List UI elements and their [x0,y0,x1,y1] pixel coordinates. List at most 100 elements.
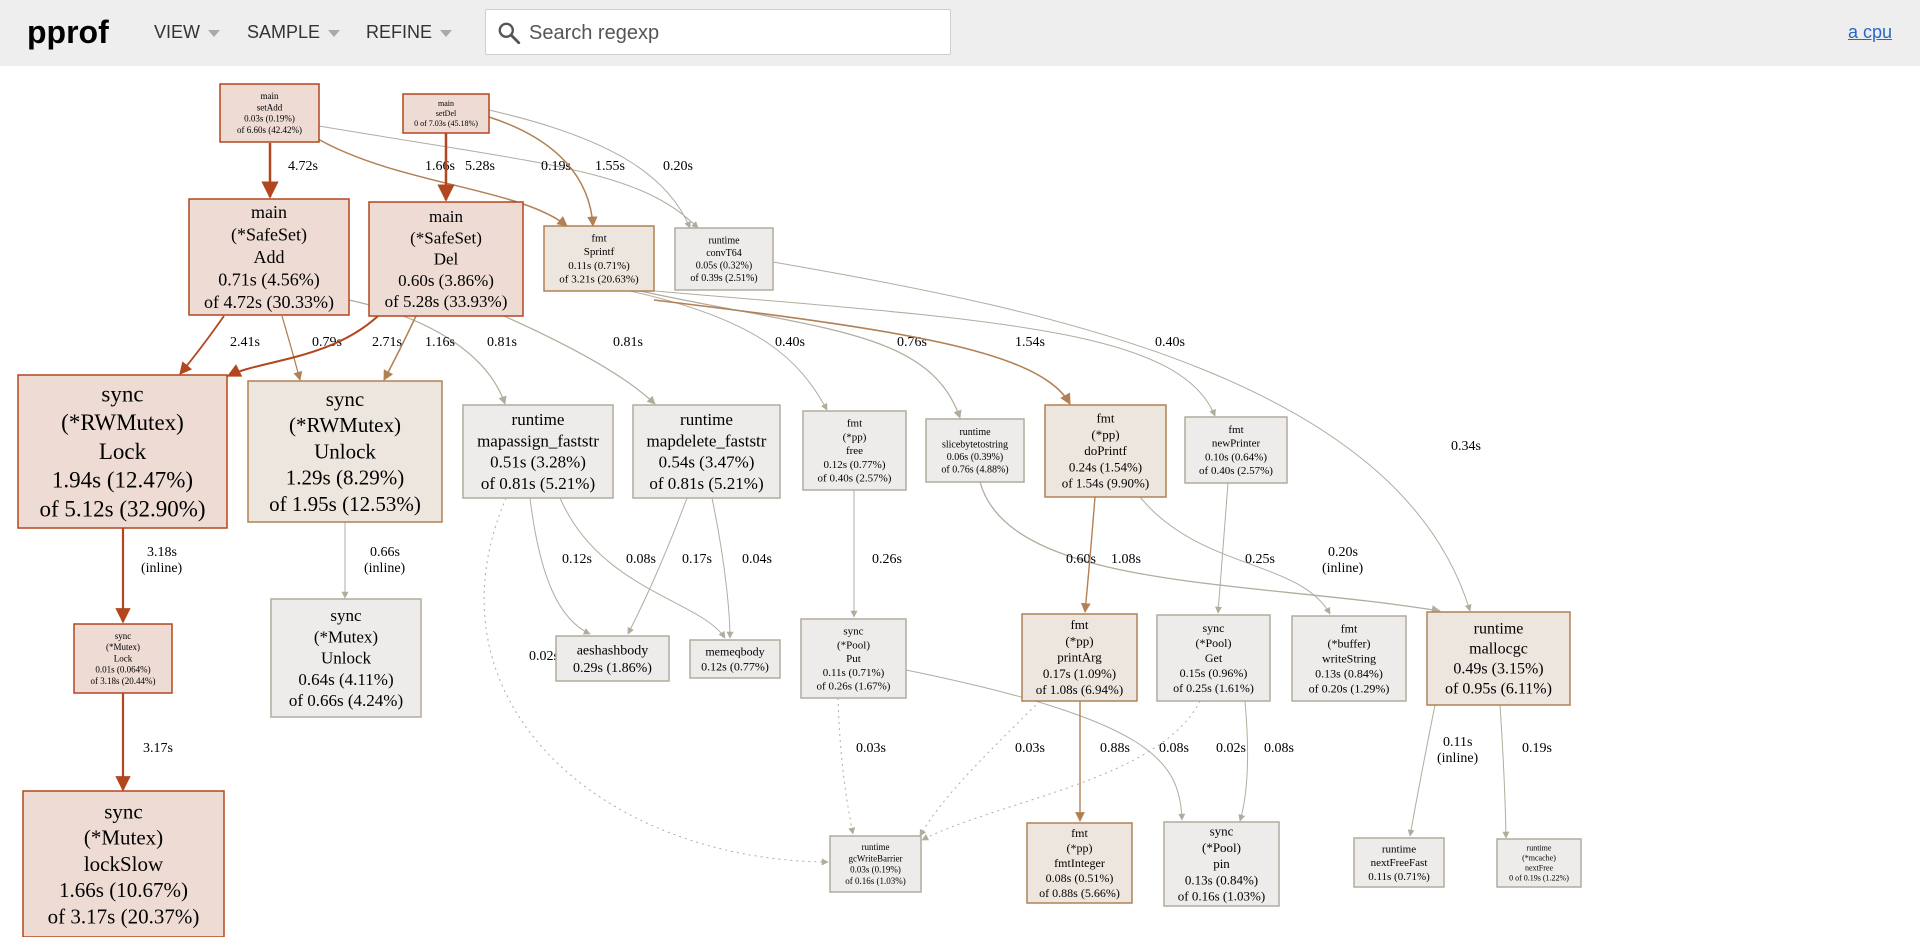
edge-line [711,497,734,639]
edge-slicebyte-mallocgc[interactable]: 0.60s [979,481,1441,615]
node-label: fmt [591,232,606,244]
node-lockSlow[interactable]: sync (*Mutex)lockSlow1.66s (10.67%)of 3.1… [22,790,225,937]
node-label: writeString [1322,651,1376,665]
node-aeshash[interactable]: aeshashbody 0.29s (1.86%) [555,635,670,682]
node-label: sync [1203,621,1225,635]
sample-menu[interactable]: SAMPLE [247,22,341,43]
search-box[interactable] [485,9,951,55]
edge-safeAdd-rwUnlock[interactable]: 0.79s [281,315,342,381]
node-fmtInteger[interactable]: fmt(*pp)fmtInteger0.08s (0.51%)of 0.88s … [1026,822,1133,904]
node-label: mapdelete_faststr [647,431,767,450]
node-label: runtime [862,842,890,852]
node-label: of 4.72s (30.33%) [204,292,334,313]
call-graph[interactable]: 4.72s 1.66s 0.19s 5.28s 1.55s 0.20s 2.41s 0.79s… [0,66,1920,937]
node-rwLock[interactable]: sync (*RWMutex) Lock 1.94s (12.47%) of 5.12s… [17,374,228,529]
node-mallocgc[interactable]: runtime mallocgc 0.49s (3.15%) of 0.95s (6.… [1426,611,1571,706]
node-printArg[interactable]: fmt(*pp) printArg0.17s (1.09%)of 1.08s (6… [1021,613,1138,702]
view-menu[interactable]: VIEW [154,22,221,43]
node-memeq[interactable]: memeqbody0.12s (0.77%) [689,639,781,679]
node-label: 0.08s (0.51%) [1046,871,1114,885]
edge-mallocgc-mcacheNextFree[interactable]: 0.19s [1499,704,1552,839]
edge-mapassign-memeq[interactable]: 0.08s [559,497,726,639]
node-label: of 0.40s (2.57%) [818,473,892,485]
node-label: (*Pool) [1196,636,1232,650]
node-safeAdd[interactable]: main(*SafeSet)Add0.71s (4.56%)of 4.72s (… [188,198,350,316]
edge-mapassign-aeshash[interactable]: 0.12s [529,497,592,635]
node-mcacheNextFree[interactable]: runtime(*mcache)nextFree0 of 0.19s (1.22… [1496,838,1582,888]
node-sprintf[interactable]: fmt Sprintf 0.11s (0.71%) of 3.21s (20.63%) [543,225,655,292]
node-label: 0 of 7.03s (45.18%) [414,119,478,128]
edge-label: 0.88s [1100,741,1130,756]
node-label: fmt [847,418,862,430]
node-label: fmt [1341,621,1358,635]
node-label: of 0.66s (4.24%) [289,691,403,710]
node-setDel[interactable]: mainsetDel0 of 7.03s (45.18%) [402,93,490,134]
edge-mutexLock-lockSlow[interactable]: 3.17s [115,693,173,792]
node-mapdelete[interactable]: runtime mapdelete_faststr 0.54s (3.47%) of … [632,404,781,499]
node-label: (*RWMutex) [61,410,184,435]
node-label: of 0.40s (2.57%) [1199,465,1273,477]
node-convT64[interactable]: runtimeconvT64 0.05s (0.32%)of 0.39s (2.5… [674,227,774,291]
edge-safeDel-mapdelete[interactable]: 0.81s [503,315,656,405]
node-label: of 1.54s (9.90%) [1062,476,1149,491]
node-label: sync [1210,824,1234,839]
pprof-logo[interactable]: pprof [27,14,109,51]
edge-mallocgc-nextFreeFast[interactable]: 0.11s(inline) [1407,704,1479,837]
edge-ppfree-poolPut[interactable]: 0.26s [850,490,902,618]
edge-printArg-gcWB[interactable]: 0.03s [919,700,1045,837]
edge-label: 1.54s [1015,335,1045,350]
edge-rwLock-mutexLock[interactable]: 3.18s(inline) [115,528,183,624]
edge-line [1214,482,1229,614]
profile-link[interactable]: a cpu [1848,22,1892,43]
node-label: main [438,99,454,108]
node-label: 0.15s (0.96%) [1180,666,1248,680]
node-nextFreeFast[interactable]: runtime nextFreeFast 0.11s (0.71%) [1353,837,1445,888]
edge-sprintf-slicebyte[interactable]: 0.76s [639,290,962,419]
edge-label: 2.71s [372,335,402,350]
node-slicebyte[interactable]: runtime slicebytetostring0.06s (0.39%) of … [925,418,1025,483]
search-input[interactable] [527,16,941,50]
edge-sprintf-doPrintf[interactable]: 1.54s [653,299,1071,405]
edge-poolGet-poolPin[interactable]: 0.08s [1238,700,1294,822]
edge-label: 0.34s [1451,439,1481,454]
node-label: main [429,207,463,226]
node-newPrinter[interactable]: fmt newPrinter0.10s (0.64%) of 0.40s (2.57… [1184,416,1288,484]
call-graph-canvas[interactable]: 4.72s 1.66s 0.19s 5.28s 1.55s 0.20s 2.41s 0.79s… [0,66,1920,937]
node-label: of 0.16s (1.03%) [1178,889,1265,904]
node-poolPin[interactable]: sync(*Pool)pin0.13s (0.84%) of 0.16s (1.0… [1163,821,1280,907]
node-doPrintf[interactable]: fmt(*pp)doPrintf0.24s (1.54%) of 1.54s (9… [1044,404,1167,498]
node-label: Unlock [321,649,372,668]
edge-rwUnlock-mutexUnlock[interactable]: 0.66s(inline) [341,522,406,599]
node-rwUnlock[interactable]: sync(*RWMutex)Unlock 1.29s (8.29%)of 1.95… [247,380,443,523]
node-mapassign[interactable]: runtime mapassign_faststr 0.51s (3.28%) of … [462,404,614,499]
node-label: runtime [512,410,565,429]
node-ppfree[interactable]: fmt(*pp) free 0.12s (0.77%) of 0.40s (2.57%… [802,410,907,491]
node-mutexUnlock[interactable]: sync (*Mutex) Unlock 0.64s (4.11%) of 0.66s … [270,598,422,718]
edge-mapdelete-memeq[interactable]: 0.04s [711,497,772,639]
node-label: slicebytetostring [942,440,1008,451]
node-setAdd[interactable]: mainsetAdd 0.03s (0.19%)of 6.60s (42.42%) [219,83,320,143]
node-label: runtime [1527,844,1552,853]
edge-newPrinter-poolGet[interactable]: 0.25s [1214,482,1275,614]
node-poolPut[interactable]: sync(*Pool) Put 0.11s (0.71%) of 0.26s (1.6… [800,618,907,699]
edge-setAdd-safeAdd[interactable]: 4.72s [261,143,318,199]
node-label: (*Pool) [1202,840,1241,855]
node-label: convT64 [706,248,742,259]
node-gcWB[interactable]: runtimegcWriteBarrier 0.03s (0.19%)of 0.1… [829,835,922,893]
edge-label: 1.55s [595,159,625,174]
node-label: 0.03s (0.19%) [244,114,295,124]
edge-label-inline: (inline) [1322,561,1364,576]
node-label: Get [1205,651,1223,665]
node-label: 0.05s (0.32%) [696,261,752,272]
node-mutexLock[interactable]: sync(*Mutex)Lock 0.01s (0.064%)of 3.18s (… [73,623,173,694]
node-safeDel[interactable]: main (*SafeSet) Del 0.60s (3.86%) of 5.28s (… [368,201,524,317]
edge-safeAdd-rwLock[interactable]: 2.41s [179,315,260,375]
node-label: Add [254,247,285,267]
edge-poolPut-gcWB[interactable]: 0.03s [837,697,886,835]
node-label: aeshashbody [577,643,649,658]
refine-menu[interactable]: REFINE [366,22,453,43]
node-writeString[interactable]: fmt(*buffer)writeString0.13s (0.84%)of 0… [1291,615,1407,702]
node-label: (*RWMutex) [289,413,401,437]
toolbar: pprof VIEW SAMPLE REFINE a cpu [0,0,1920,66]
node-poolGet[interactable]: sync(*Pool)Get0.15s (0.96%)of 0.25s (1.6… [1156,614,1271,702]
